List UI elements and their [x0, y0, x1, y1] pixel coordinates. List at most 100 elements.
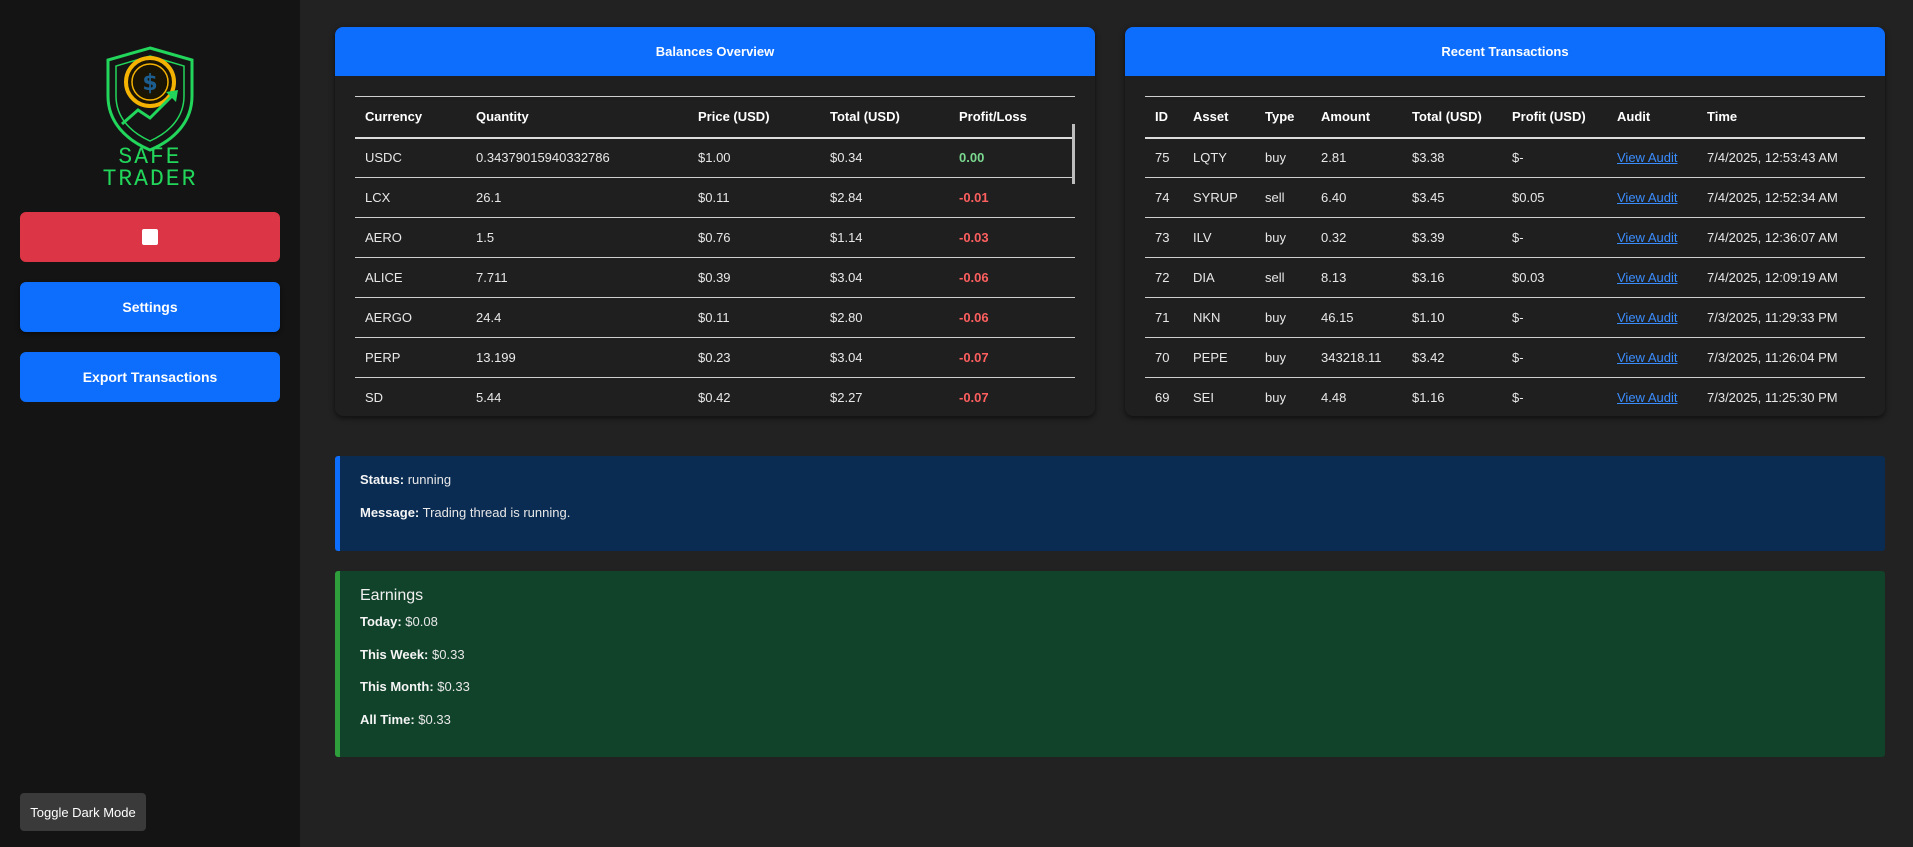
- cell-profit-loss: -0.06: [949, 257, 1075, 298]
- earnings-label: This Week:: [360, 647, 429, 662]
- cell-asset: LQTY: [1183, 137, 1255, 178]
- cell-total: $3.16: [1402, 257, 1502, 298]
- cell-price: $0.39: [688, 257, 820, 298]
- earnings-value: $0.33: [432, 647, 465, 662]
- earnings-value: $0.33: [418, 712, 451, 727]
- export-transactions-button[interactable]: Export Transactions: [20, 352, 280, 402]
- view-audit-link[interactable]: View Audit: [1617, 230, 1677, 245]
- cell-id: 73: [1145, 217, 1183, 258]
- cell-profit: $-: [1502, 377, 1607, 416]
- transactions-table-scroll[interactable]: ID Asset Type Amount Total (USD) Profit …: [1145, 96, 1865, 416]
- column-header-profit-loss[interactable]: Profit/Loss: [949, 96, 1075, 139]
- cell-audit: View Audit: [1607, 177, 1697, 218]
- cell-total: $0.34: [820, 137, 949, 178]
- table-row: 73 ILV buy 0.32 $3.39 $- View Audit 7/4/…: [1145, 217, 1865, 258]
- balances-table-scroll[interactable]: Currency Quantity Price (USD) Total (USD…: [355, 96, 1075, 416]
- table-row: PERP 13.199 $0.23 $3.04 -0.07: [355, 337, 1075, 378]
- cell-audit: View Audit: [1607, 297, 1697, 338]
- cell-total: $3.42: [1402, 337, 1502, 378]
- cell-audit: View Audit: [1607, 377, 1697, 416]
- view-audit-link[interactable]: View Audit: [1617, 190, 1677, 205]
- cell-quantity: 0.34379015940332786: [466, 137, 688, 178]
- view-audit-link[interactable]: View Audit: [1617, 310, 1677, 325]
- cell-asset: DIA: [1183, 257, 1255, 298]
- column-header-price[interactable]: Price (USD): [688, 96, 820, 139]
- column-header-amount[interactable]: Amount: [1311, 96, 1402, 139]
- cell-profit-loss: -0.03: [949, 217, 1075, 258]
- earnings-label: All Time:: [360, 712, 415, 727]
- cell-currency: SD: [355, 377, 466, 416]
- view-audit-link[interactable]: View Audit: [1617, 390, 1677, 405]
- table-row: 75 LQTY buy 2.81 $3.38 $- View Audit 7/4…: [1145, 137, 1865, 178]
- column-header-profit[interactable]: Profit (USD): [1502, 96, 1607, 139]
- column-header-total[interactable]: Total (USD): [820, 96, 949, 139]
- cell-price: $0.23: [688, 337, 820, 378]
- view-audit-link[interactable]: View Audit: [1617, 350, 1677, 365]
- logo-text-trader: TRADER: [102, 166, 198, 192]
- cell-total: $3.04: [820, 337, 949, 378]
- table-row: USDC 0.34379015940332786 $1.00 $0.34 0.0…: [355, 137, 1075, 178]
- settings-button[interactable]: Settings: [20, 282, 280, 332]
- cell-profit-loss: -0.06: [949, 297, 1075, 338]
- cell-time: 7/4/2025, 12:09:19 AM: [1697, 257, 1865, 298]
- cell-total: $2.80: [820, 297, 949, 338]
- message-value: Trading thread is running.: [422, 505, 571, 520]
- column-header-currency[interactable]: Currency: [355, 96, 466, 139]
- cell-time: 7/3/2025, 11:25:30 PM: [1697, 377, 1865, 416]
- cell-amount: 2.81: [1311, 137, 1402, 178]
- view-audit-link[interactable]: View Audit: [1617, 150, 1677, 165]
- cell-audit: View Audit: [1607, 217, 1697, 258]
- column-header-type[interactable]: Type: [1255, 96, 1311, 139]
- cell-quantity: 26.1: [466, 177, 688, 218]
- cell-amount: 343218.11: [1311, 337, 1402, 378]
- column-header-total[interactable]: Total (USD): [1402, 96, 1502, 139]
- cell-amount: 6.40: [1311, 177, 1402, 218]
- status-panel: Status: running Message: Trading thread …: [335, 456, 1885, 551]
- earnings-week: This Week: $0.33: [360, 647, 465, 662]
- status-value: running: [407, 472, 452, 487]
- earnings-title: Earnings: [360, 587, 424, 604]
- cell-amount: 0.32: [1311, 217, 1402, 258]
- cell-total: $2.27: [820, 377, 949, 416]
- stop-trading-button[interactable]: [20, 212, 280, 262]
- cell-total: $3.45: [1402, 177, 1502, 218]
- table-row: SD 5.44 $0.42 $2.27 -0.07: [355, 377, 1075, 416]
- toggle-dark-mode-button[interactable]: Toggle Dark Mode: [20, 793, 146, 831]
- cell-quantity: 5.44: [466, 377, 688, 416]
- cell-time: 7/4/2025, 12:36:07 AM: [1697, 217, 1865, 258]
- cell-type: buy: [1255, 377, 1311, 416]
- view-audit-link[interactable]: View Audit: [1617, 270, 1677, 285]
- cell-id: 71: [1145, 297, 1183, 338]
- balances-scrollbar[interactable]: [1072, 124, 1075, 184]
- cell-time: 7/4/2025, 12:52:34 AM: [1697, 177, 1865, 218]
- status-label: Status:: [360, 472, 405, 487]
- column-header-asset[interactable]: Asset: [1183, 96, 1255, 139]
- cell-asset: PEPE: [1183, 337, 1255, 378]
- cell-time: 7/4/2025, 12:53:43 AM: [1697, 137, 1865, 178]
- shield-dollar-icon: $: [106, 46, 194, 152]
- cell-profit-loss: -0.01: [949, 177, 1075, 218]
- cell-asset: NKN: [1183, 297, 1255, 338]
- transactions-table: ID Asset Type Amount Total (USD) Profit …: [1145, 96, 1865, 416]
- column-header-time[interactable]: Time: [1697, 96, 1865, 139]
- earnings-value: $0.33: [437, 679, 470, 694]
- cell-id: 75: [1145, 137, 1183, 178]
- balances-table: Currency Quantity Price (USD) Total (USD…: [355, 96, 1075, 416]
- cell-quantity: 7.711: [466, 257, 688, 298]
- cell-type: buy: [1255, 217, 1311, 258]
- cell-total: $1.16: [1402, 377, 1502, 416]
- cell-currency: USDC: [355, 137, 466, 178]
- cell-profit-loss: -0.07: [949, 377, 1075, 416]
- cell-asset: SYRUP: [1183, 177, 1255, 218]
- cell-id: 69: [1145, 377, 1183, 416]
- earnings-all-time: All Time: $0.33: [360, 712, 451, 727]
- cell-type: buy: [1255, 297, 1311, 338]
- earnings-panel: Earnings Today: $0.08 This Week: $0.33 T…: [335, 571, 1885, 757]
- column-header-quantity[interactable]: Quantity: [466, 96, 688, 139]
- cell-quantity: 24.4: [466, 297, 688, 338]
- earnings-today: Today: $0.08: [360, 614, 438, 629]
- balances-overview-card: Balances Overview Currency Quantity Pric…: [335, 27, 1095, 416]
- column-header-id[interactable]: ID: [1145, 96, 1183, 139]
- transactions-header-row: ID Asset Type Amount Total (USD) Profit …: [1145, 96, 1865, 139]
- column-header-audit[interactable]: Audit: [1607, 96, 1697, 139]
